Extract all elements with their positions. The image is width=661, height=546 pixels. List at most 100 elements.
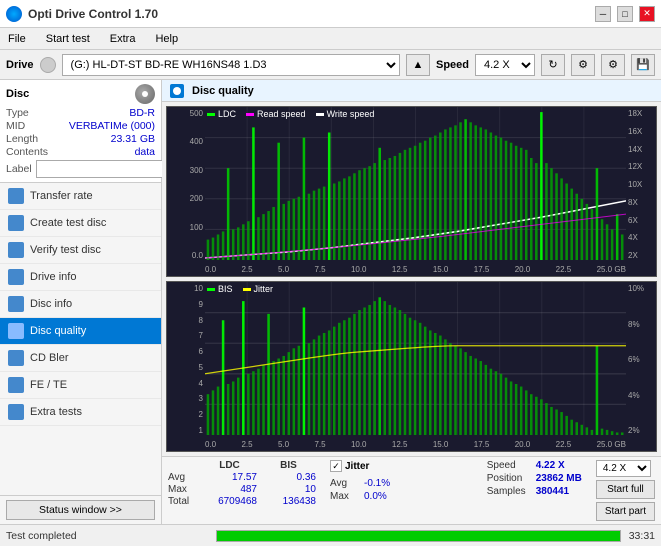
settings-button2[interactable]: ⚙ <box>601 54 625 76</box>
legend-ldc-dot <box>207 113 215 116</box>
disc-section-label: Disc <box>6 88 29 100</box>
chart2-y-axis-right: 10% 8% 6% 4% 2% <box>626 282 656 451</box>
jitter-max-row: Max 0.0% <box>330 491 390 502</box>
menu-help[interactable]: Help <box>151 31 182 47</box>
chart-header-icon <box>170 84 184 98</box>
sidebar-item-transfer-rate[interactable]: Transfer rate <box>0 183 161 210</box>
chart-ldc: 500 400 300 200 100 0.0 18X 16X 14X 12X … <box>166 106 657 277</box>
avg-label: Avg <box>168 472 198 483</box>
sidebar-item-disc-info[interactable]: Disc info <box>0 291 161 318</box>
disc-type-row: Type BD-R <box>6 107 155 119</box>
progress-fill <box>217 531 620 541</box>
sidebar-item-create-test-disc[interactable]: Create test disc <box>0 210 161 237</box>
jitter-checkbox[interactable]: ✓ <box>330 460 342 472</box>
max-bis: 10 <box>261 484 316 495</box>
content-area: Disc quality 500 400 300 200 100 0.0 18X… <box>162 80 661 524</box>
drive-disc-icon <box>40 57 56 73</box>
legend-jitter-dot <box>243 288 251 291</box>
maximize-button[interactable]: □ <box>617 6 633 22</box>
max-label: Max <box>168 484 198 495</box>
max-ldc: 487 <box>202 484 257 495</box>
progress-bar <box>216 530 621 542</box>
chart-bis: 10 9 8 7 6 5 4 3 2 1 10% 8% 6% 4% <box>166 281 657 452</box>
drive-label: Drive <box>6 59 34 71</box>
jitter-avg-row: Avg -0.1% <box>330 478 390 489</box>
disc-length-row: Length 23.31 GB <box>6 133 155 145</box>
speed-value: 4.22 X <box>536 460 565 471</box>
chart1-legend: LDC Read speed Write speed <box>207 109 374 119</box>
speed-label: Speed <box>436 59 469 71</box>
chart2-svg <box>205 282 626 435</box>
disc-info-icon <box>8 296 24 312</box>
sidebar-item-cd-bler[interactable]: CD Bler <box>0 345 161 372</box>
disc-label-row: Label ⚙ <box>6 160 155 178</box>
sidebar-item-verify-test-disc[interactable]: Verify test disc <box>0 237 161 264</box>
position-value: 23862 MB <box>536 473 582 484</box>
chart2-x-axis: 0.0 2.5 5.0 7.5 10.0 12.5 15.0 17.5 20.0… <box>205 438 626 451</box>
start-part-button[interactable]: Start part <box>596 502 655 521</box>
legend-read-speed: Read speed <box>246 109 306 119</box>
disc-type-value: BD-R <box>129 107 155 119</box>
refresh-button[interactable]: ↻ <box>541 54 565 76</box>
chart2-legend: BIS Jitter <box>207 284 273 294</box>
bottom-bar: Test completed 33:31 <box>0 524 661 546</box>
sidebar: Disc Type BD-R MID VERBATIMe (000) Lengt… <box>0 80 162 524</box>
disc-length-label: Length <box>6 133 38 145</box>
chart1-x-axis: 0.0 2.5 5.0 7.5 10.0 12.5 15.0 17.5 20.0… <box>205 263 626 276</box>
disc-panel-header: Disc <box>6 84 155 104</box>
minimize-button[interactable]: ─ <box>595 6 611 22</box>
disc-mid-row: MID VERBATIMe (000) <box>6 120 155 132</box>
jitter-header: ✓ Jitter <box>330 460 390 472</box>
sidebar-item-extra-tests[interactable]: Extra tests <box>0 399 161 426</box>
chart1-y-axis-left: 500 400 300 200 100 0.0 <box>167 107 205 276</box>
menu-extra[interactable]: Extra <box>106 31 140 47</box>
charts-container: 500 400 300 200 100 0.0 18X 16X 14X 12X … <box>162 102 661 456</box>
disc-length-value: 23.31 GB <box>111 133 155 145</box>
disc-contents-row: Contents data <box>6 146 155 158</box>
speed-dropdown[interactable]: 4.2 X <box>596 460 651 477</box>
stats-total-row: Total 6709468 136438 <box>168 496 316 507</box>
settings-button1[interactable]: ⚙ <box>571 54 595 76</box>
menu-start-test[interactable]: Start test <box>42 31 94 47</box>
chart1-y-axis-right: 18X 16X 14X 12X 10X 8X 6X 4X 2X <box>626 107 656 276</box>
save-button[interactable]: 💾 <box>631 54 655 76</box>
chart1-plot-area <box>205 107 626 260</box>
total-ldc: 6709468 <box>202 496 257 507</box>
avg-bis: 0.36 <box>261 472 316 483</box>
app-icon <box>6 6 22 22</box>
transfer-rate-icon <box>8 188 24 204</box>
start-full-button[interactable]: Start full <box>596 480 655 499</box>
speed-selector[interactable]: 4.2 X <box>475 54 535 76</box>
position-row: Position 23862 MB <box>487 473 582 484</box>
chart2-y-axis-left: 10 9 8 7 6 5 4 3 2 1 <box>167 282 205 451</box>
status-window-button[interactable]: Status window >> <box>6 500 155 520</box>
stats-max-row: Max 487 10 <box>168 484 316 495</box>
sidebar-item-disc-quality[interactable]: Disc quality <box>0 318 161 345</box>
title-bar-controls[interactable]: ─ □ ✕ <box>595 6 655 22</box>
chart-header: Disc quality <box>162 80 661 102</box>
stats-header-row: LDC BIS <box>168 460 316 471</box>
menu-file[interactable]: File <box>4 31 30 47</box>
samples-value: 380441 <box>536 486 569 497</box>
chart2-plot-area <box>205 282 626 435</box>
disc-mid-label: MID <box>6 120 25 132</box>
jitter-label: Jitter <box>345 461 369 472</box>
avg-ldc: 17.57 <box>202 472 257 483</box>
close-button[interactable]: ✕ <box>639 6 655 22</box>
action-section: 4.2 X Start full Start part <box>596 460 655 521</box>
disc-panel: Disc Type BD-R MID VERBATIMe (000) Lengt… <box>0 80 161 183</box>
sidebar-item-drive-info[interactable]: Drive info <box>0 264 161 291</box>
sidebar-item-fe-te[interactable]: FE / TE <box>0 372 161 399</box>
stats-bar: LDC BIS Avg 17.57 0.36 Max 487 10 Total … <box>162 456 661 524</box>
legend-ldc: LDC <box>207 109 236 119</box>
disc-label-input[interactable] <box>36 160 174 178</box>
legend-bis-dot <box>207 288 215 291</box>
drive-eject-button[interactable]: ▲ <box>406 54 430 76</box>
jitter-max: 0.0% <box>364 491 387 502</box>
drive-bar: Drive (G:) HL-DT-ST BD-RE WH16NS48 1.D3 … <box>0 50 661 80</box>
menu-bar: File Start test Extra Help <box>0 28 661 50</box>
chart-header-title: Disc quality <box>192 85 254 97</box>
title-bar: Opti Drive Control 1.70 ─ □ ✕ <box>0 0 661 28</box>
jitter-avg: -0.1% <box>364 478 390 489</box>
drive-selector[interactable]: (G:) HL-DT-ST BD-RE WH16NS48 1.D3 <box>62 54 400 76</box>
